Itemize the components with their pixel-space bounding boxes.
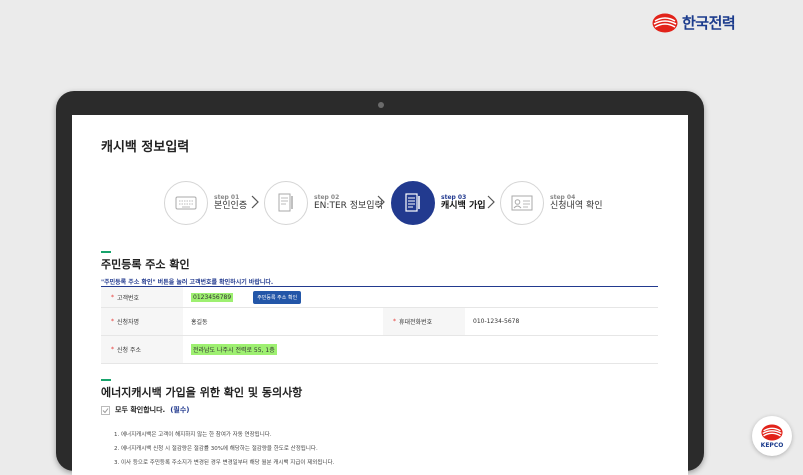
checkbox-icon[interactable]: [101, 405, 110, 415]
phone-number: 010-1234-5678: [473, 318, 520, 325]
phone-label-text: 휴대전화번호: [399, 319, 433, 326]
laptop-screen: 캐시백 정보입력 step 01 본인인증 step 02 EN:TER 정보입…: [72, 115, 688, 475]
phone-value-cell: 010-1234-5678: [465, 308, 658, 335]
address-value-cell: 전라남도 나주시 전력로 55, 1층: [183, 336, 658, 363]
brand-name: 한국전력: [682, 14, 736, 32]
required-mark: *: [111, 346, 114, 353]
step-1-label: 본인인증: [214, 201, 248, 212]
step-3: step 03 캐시백 가입: [391, 181, 486, 225]
step-4-circle: [500, 181, 544, 225]
customer-no-value-cell: 0123456789 주민등록 주소 확인: [183, 287, 658, 307]
step-2-circle: [264, 181, 308, 225]
id-card-icon: [511, 195, 533, 211]
address-form: * 고객번호 0123456789 주민등록 주소 확인 * 신청자명 홍길동 …: [101, 286, 658, 364]
form-pen-icon: [405, 193, 420, 212]
address-row: * 신청 주소 전라남도 나주시 전력로 55, 1층: [101, 336, 658, 364]
section-accent-bar: [101, 379, 111, 381]
step-2: step 02 EN:TER 정보입력: [264, 181, 383, 225]
customer-no-label-text: 고객번호: [117, 294, 140, 302]
kepco-logo: 한국전력: [652, 12, 736, 33]
section-accent-bar: [101, 251, 111, 253]
webcam-dot: [378, 102, 384, 108]
step-4: step 04 신청내역 확인: [500, 181, 603, 225]
address-label: * 신청 주소: [101, 336, 183, 363]
required-tag: (필수): [170, 406, 190, 414]
customer-no-label: * 고객번호: [101, 287, 183, 307]
laptop-frame: 캐시백 정보입력 step 01 본인인증 step 02 EN:TER 정보입…: [56, 91, 704, 475]
chevron-right-icon: [377, 195, 385, 209]
applicant-value-cell: 홍길동: [183, 308, 383, 335]
required-mark: *: [111, 293, 114, 301]
list-item: 2. 에너지캐시백 신청 시 절감량은 절감률 30%에 해당하는 절감량을 한…: [114, 446, 318, 452]
agree-all-label: 모두 확인합니다.: [115, 406, 166, 414]
kepco-logo-mark-icon: [761, 423, 783, 441]
kepco-logo-mark-icon: [652, 13, 678, 32]
address-notice: "주민등록 주소 확인" 버튼을 눌러 고객번호를 확인하시기 바랍니다.: [101, 279, 274, 286]
applicant-label: * 신청자명: [101, 308, 183, 335]
step-2-label: EN:TER 정보입력: [314, 201, 383, 212]
document-pen-icon: [278, 193, 293, 212]
kepco-badge-text: KEPCO: [760, 441, 784, 449]
step-1-circle: [164, 181, 208, 225]
agree-all-checkbox[interactable]: 모두 확인합니다. (필수): [101, 405, 189, 415]
chevron-right-icon: [251, 195, 259, 209]
consent-section-title: 에너지캐시백 가입을 위한 확인 및 동의사항: [101, 386, 303, 399]
required-mark: *: [393, 318, 396, 325]
step-3-circle: [391, 181, 435, 225]
check-icon: [102, 407, 109, 413]
page-title: 캐시백 정보입력: [101, 140, 190, 155]
customer-no-value: 0123456789: [191, 292, 234, 302]
required-mark: *: [111, 318, 114, 325]
applicant-row: * 신청자명 홍길동 * 휴대전화번호 010-1234-5678: [101, 308, 658, 336]
address-check-button[interactable]: 주민등록 주소 확인: [253, 290, 302, 304]
applicant-name: 홍길동: [191, 319, 208, 326]
applicant-label-text: 신청자명: [117, 319, 140, 326]
step-3-label: 캐시백 가입: [441, 201, 486, 212]
address-value: 전라남도 나주시 전력로 55, 1층: [191, 344, 277, 355]
customer-no-row: * 고객번호 0123456789 주민등록 주소 확인: [101, 287, 658, 308]
step-progress: step 01 본인인증 step 02 EN:TER 정보입력 step 03…: [164, 181, 604, 227]
address-section-title: 주민등록 주소 확인: [101, 258, 190, 271]
kepco-badge: KEPCO: [752, 416, 792, 456]
phone-label: * 휴대전화번호: [383, 308, 465, 335]
consent-terms-list: 1. 에너지캐시백은 고객이 해지하지 않는 한 참여가 자동 연장됩니다. 2…: [114, 428, 334, 470]
keyboard-icon: [175, 196, 197, 210]
step-1: step 01 본인인증: [164, 181, 247, 225]
chevron-right-icon: [487, 195, 495, 209]
step-4-label: 신청내역 확인: [550, 201, 603, 212]
address-label-text: 신청 주소: [117, 347, 141, 354]
list-item: 1. 에너지캐시백은 고객이 해지하지 않는 한 참여가 자동 연장됩니다.: [114, 432, 272, 438]
list-item: 3. 이사 등으로 주민등록 주소지가 변경된 경우 변경일부터 해당 월분 캐…: [114, 460, 335, 466]
